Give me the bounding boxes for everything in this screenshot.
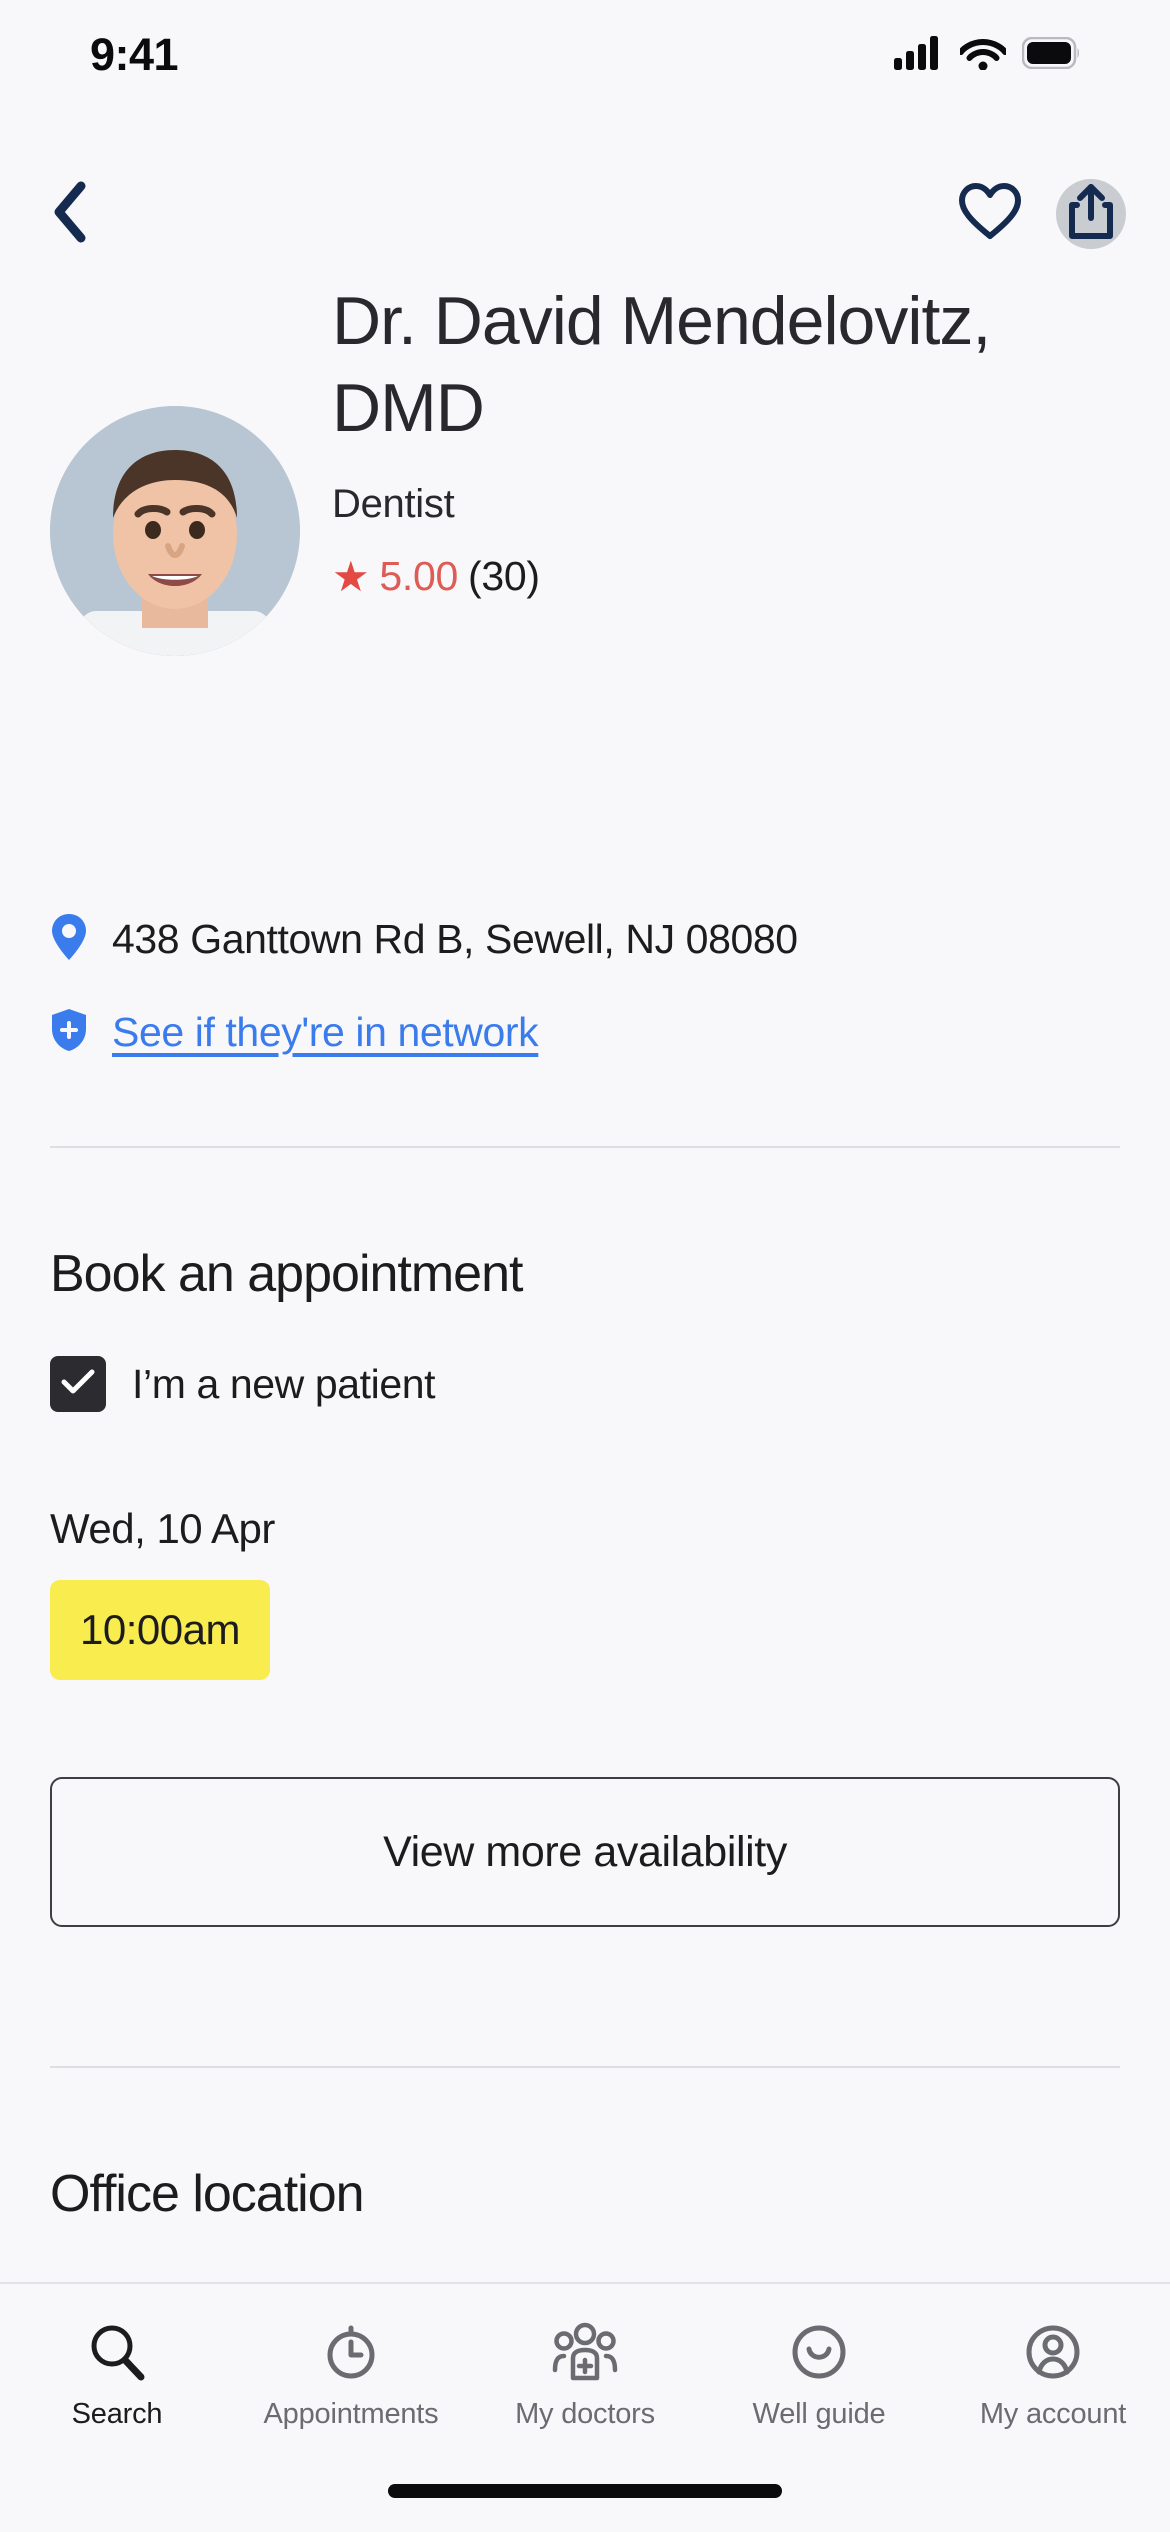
practice-info: 438 Ganttown Rd B, Sewell, NJ 08080 See …	[0, 912, 1170, 1098]
view-more-availability-button[interactable]: View more availability	[50, 1777, 1120, 1927]
phone-screen: 9:41 Dr. David Mendelovitz, DMD Dentist …	[0, 0, 1170, 2532]
tab-search[interactable]: Search	[0, 2320, 234, 2431]
rating-value: 5.00	[379, 553, 458, 600]
clock-icon	[321, 2320, 381, 2384]
page-title: Dr. David Mendelovitz, DMD	[332, 283, 991, 447]
doctor-avatar	[50, 406, 300, 656]
smiley-icon	[789, 2320, 849, 2384]
network-link-row[interactable]: See if they're in network	[50, 1007, 1120, 1058]
cellular-signal-icon	[894, 35, 944, 75]
wifi-icon	[958, 36, 1008, 75]
doctor-header: Dr. David Mendelovitz, DMD Dentist ★ 5.0…	[0, 278, 1170, 656]
booking-section-title: Book an appointment	[50, 1245, 523, 1303]
tab-appointments[interactable]: Appointments	[234, 2320, 468, 2431]
new-patient-checkbox[interactable]	[50, 1356, 106, 1412]
status-bar: 9:41	[0, 0, 1170, 98]
new-patient-label: I’m a new patient	[132, 1360, 436, 1407]
status-time: 9:41	[90, 29, 179, 80]
time-slot-button[interactable]: 10:00am	[50, 1580, 270, 1680]
person-circle-icon	[1023, 2320, 1083, 2384]
tab-label-my-doctors: My doctors	[515, 2398, 655, 2430]
doctor-text-block: Dr. David Mendelovitz, DMD Dentist ★ 5.0…	[300, 278, 1120, 656]
back-button[interactable]	[34, 177, 108, 251]
status-icons	[894, 35, 1080, 75]
avatar	[50, 406, 300, 656]
network-link[interactable]: See if they're in network	[112, 1009, 539, 1056]
tab-my-account[interactable]: My account	[936, 2320, 1170, 2431]
divider-bottom	[50, 2066, 1120, 2068]
search-icon	[87, 2320, 147, 2384]
office-section-title: Office location	[50, 2165, 365, 2223]
checkmark-icon	[60, 1367, 96, 1402]
favorite-button[interactable]	[952, 176, 1028, 252]
slot-date-label: Wed, 10 Apr	[50, 1505, 275, 1552]
share-button[interactable]	[1056, 179, 1126, 249]
tab-my-doctors[interactable]: My doctors	[468, 2320, 702, 2431]
address-text: 438 Ganttown Rd B, Sewell, NJ 08080	[112, 916, 798, 962]
heart-icon	[958, 182, 1022, 247]
share-icon	[1068, 183, 1114, 245]
navigation-bar	[0, 168, 1170, 260]
address-row[interactable]: 438 Ganttown Rd B, Sewell, NJ 08080	[50, 912, 1120, 967]
nav-actions	[952, 176, 1126, 252]
tab-label-appointments: Appointments	[263, 2398, 439, 2430]
battery-icon	[1021, 36, 1080, 74]
map-pin-icon	[50, 912, 88, 967]
tab-label-search: Search	[71, 2398, 163, 2430]
divider-top	[50, 1146, 1120, 1148]
rating-row: ★ 5.00 (30)	[332, 553, 1120, 600]
rating-count: (30)	[467, 553, 540, 600]
tab-label-well-guide: Well guide	[752, 2398, 886, 2430]
star-icon: ★	[332, 552, 370, 600]
tab-label-my-account: My account	[979, 2398, 1127, 2430]
doctor-specialty: Dentist	[332, 482, 455, 527]
shield-plus-icon	[50, 1007, 88, 1058]
tab-well-guide[interactable]: Well guide	[702, 2320, 936, 2431]
home-indicator	[388, 2484, 782, 2498]
people-plus-icon	[551, 2320, 619, 2384]
new-patient-row[interactable]: I’m a new patient	[50, 1356, 436, 1412]
chevron-left-icon	[51, 181, 91, 248]
